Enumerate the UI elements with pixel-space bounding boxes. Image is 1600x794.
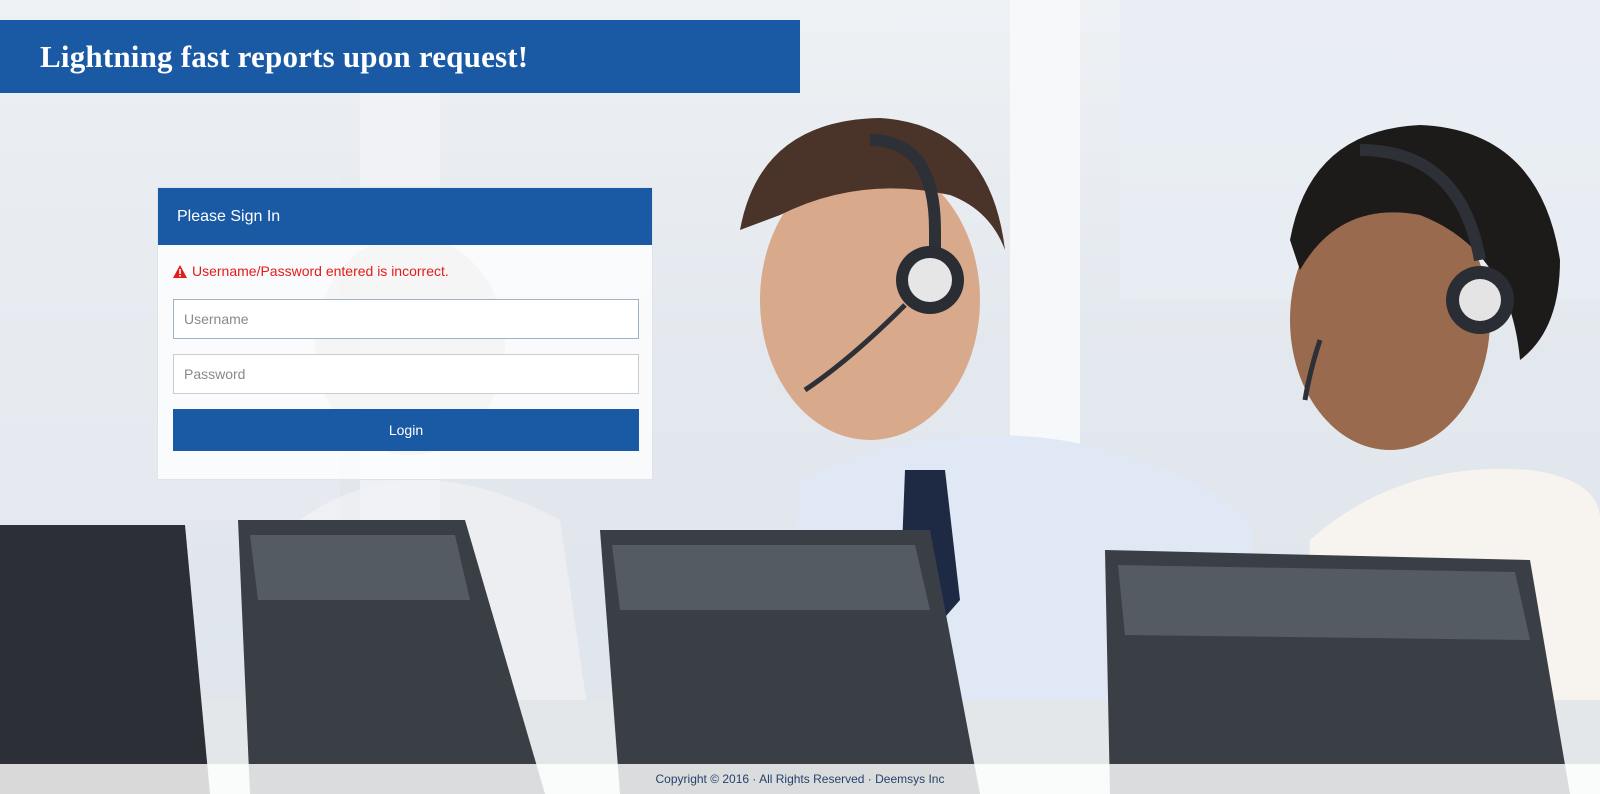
password-input[interactable]	[173, 354, 639, 394]
error-message-text: Username/Password entered is incorrect.	[192, 263, 449, 279]
sign-in-panel: Please Sign In Username/Password entered…	[157, 187, 653, 480]
error-message: Username/Password entered is incorrect.	[173, 261, 637, 281]
footer: Copyright © 2016 · All Rights Reserved ·…	[0, 764, 1600, 794]
username-input[interactable]	[173, 299, 639, 339]
sign-in-panel-header: Please Sign In	[158, 188, 652, 245]
copyright-text: Copyright © 2016 · All Rights Reserved ·…	[655, 772, 945, 786]
banner-title: Lightning fast reports upon request!	[40, 38, 529, 74]
sign-in-panel-body: Username/Password entered is incorrect. …	[158, 245, 652, 451]
warning-triangle-icon	[173, 264, 187, 278]
login-button[interactable]: Login	[173, 409, 639, 451]
hero-banner: Lightning fast reports upon request!	[0, 20, 800, 93]
sign-in-title: Please Sign In	[177, 207, 281, 225]
